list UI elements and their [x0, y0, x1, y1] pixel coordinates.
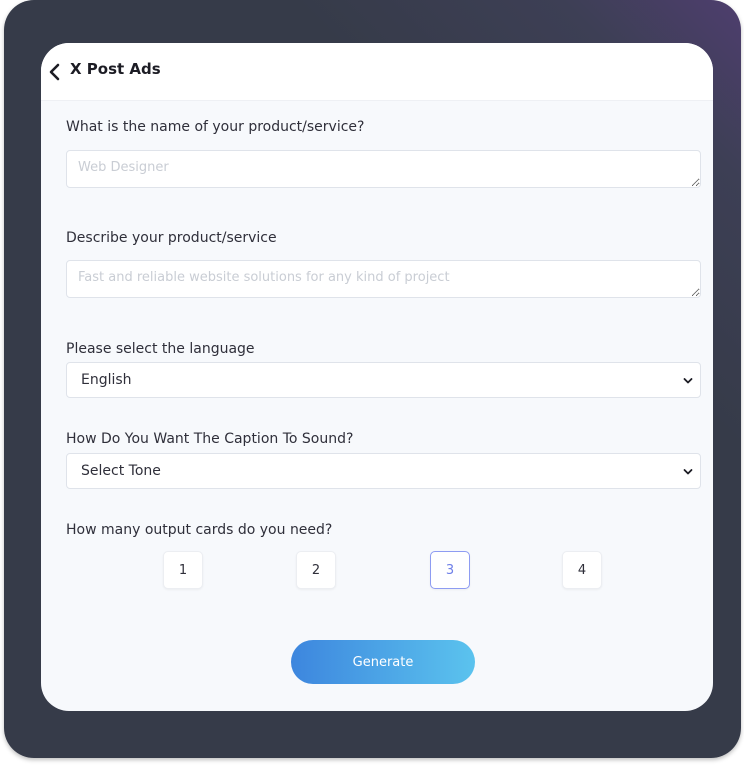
chevron-down-icon: [683, 469, 693, 475]
panel-header: X Post Ads: [41, 43, 713, 101]
device-frame: X Post Ads What is the name of your prod…: [4, 0, 741, 758]
output-card-option-3[interactable]: 3: [430, 551, 470, 589]
output-card-option-2[interactable]: 2: [296, 551, 336, 589]
description-label: Describe your product/service: [66, 230, 277, 246]
output-cards-label: How many output cards do you need?: [66, 522, 333, 538]
tone-selected-value: Select Tone: [81, 463, 161, 479]
product-name-label: What is the name of your product/service…: [66, 119, 365, 135]
x-post-ads-panel: X Post Ads What is the name of your prod…: [41, 43, 713, 711]
output-card-option-1[interactable]: 1: [163, 551, 203, 589]
tone-select[interactable]: Select Tone: [66, 453, 701, 489]
description-input[interactable]: [66, 260, 701, 298]
language-label: Please select the language: [66, 341, 255, 357]
language-select[interactable]: English: [66, 362, 701, 398]
product-name-input[interactable]: [66, 150, 701, 188]
generate-button[interactable]: Generate: [291, 640, 475, 684]
output-card-option-4[interactable]: 4: [562, 551, 602, 589]
language-selected-value: English: [81, 372, 132, 388]
page-title: X Post Ads: [70, 60, 161, 78]
chevron-down-icon: [683, 378, 693, 384]
tone-label: How Do You Want The Caption To Sound?: [66, 431, 354, 447]
back-button[interactable]: [44, 60, 64, 84]
chevron-left-icon: [49, 63, 60, 81]
